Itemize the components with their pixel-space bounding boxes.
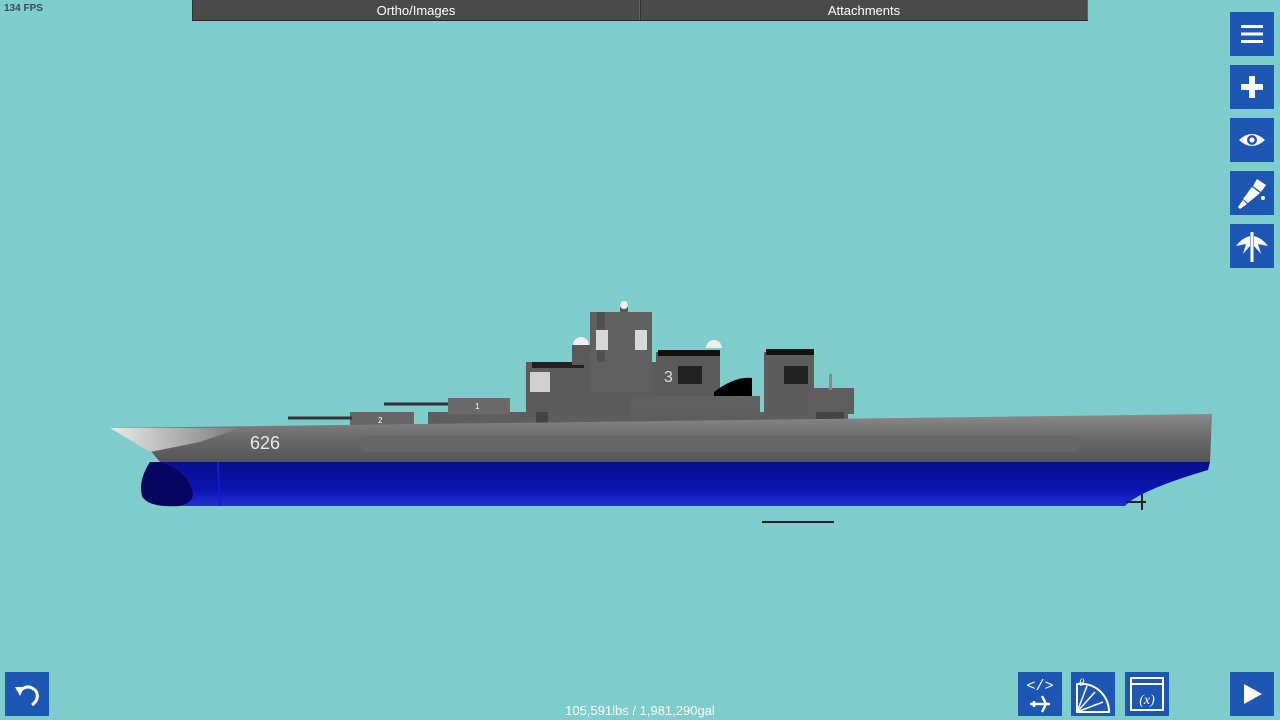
turret-1-number: 1 — [475, 402, 480, 411]
weight-fuel-status: 105,591lbs / 1,981,290gal — [565, 703, 715, 718]
svg-text:</>: </> — [1026, 678, 1053, 695]
turret-2-number: 2 — [378, 416, 383, 425]
ship-drawing: 3 1 2 626 — [110, 301, 1212, 523]
superstructure-number: 3 — [664, 369, 673, 386]
svg-text:θ: θ — [1079, 677, 1085, 689]
hull-lower — [142, 462, 1210, 506]
hull-number: 626 — [250, 433, 280, 453]
turret-1: 1 — [384, 398, 510, 414]
